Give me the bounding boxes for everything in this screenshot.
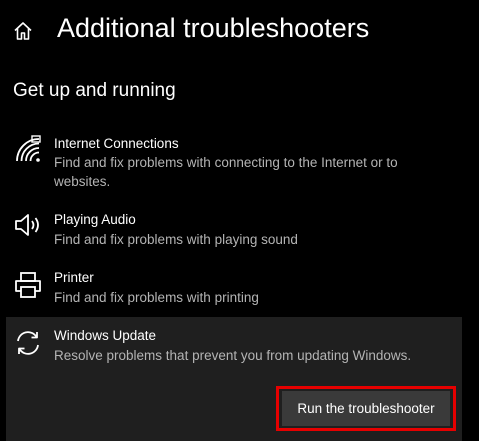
troubleshooter-description: Resolve problems that prevent you from u…: [54, 348, 412, 363]
home-button[interactable]: [10, 18, 36, 44]
troubleshooter-playing-audio[interactable]: Playing Audio Find and fix problems with…: [0, 205, 462, 257]
troubleshooter-internet-connections[interactable]: Internet Connections Find and fix proble…: [0, 128, 462, 198]
troubleshooter-printer[interactable]: Printer Find and fix problems with print…: [0, 263, 462, 313]
troubleshooter-description: Find and fix problems with connecting to…: [54, 155, 398, 189]
troubleshooter-name: Windows Update: [54, 328, 157, 343]
refresh-icon: [12, 327, 44, 359]
page-header: Additional troubleshooters: [0, 0, 479, 60]
speaker-icon: [12, 209, 44, 241]
run-troubleshooter-button[interactable]: Run the troubleshooter: [282, 391, 450, 426]
troubleshooter-name: Printer: [54, 270, 94, 285]
troubleshooter-description: Find and fix problems with playing sound: [54, 232, 298, 247]
home-icon: [14, 22, 32, 40]
wifi-icon: [12, 134, 44, 166]
section-title: Get up and running: [13, 80, 176, 101]
troubleshooter-name: Internet Connections: [54, 136, 179, 151]
troubleshooter-description: Find and fix problems with printing: [54, 290, 259, 305]
troubleshooter-name: Playing Audio: [54, 212, 136, 227]
page-title: Additional troubleshooters: [57, 13, 370, 43]
printer-icon: [12, 269, 44, 301]
